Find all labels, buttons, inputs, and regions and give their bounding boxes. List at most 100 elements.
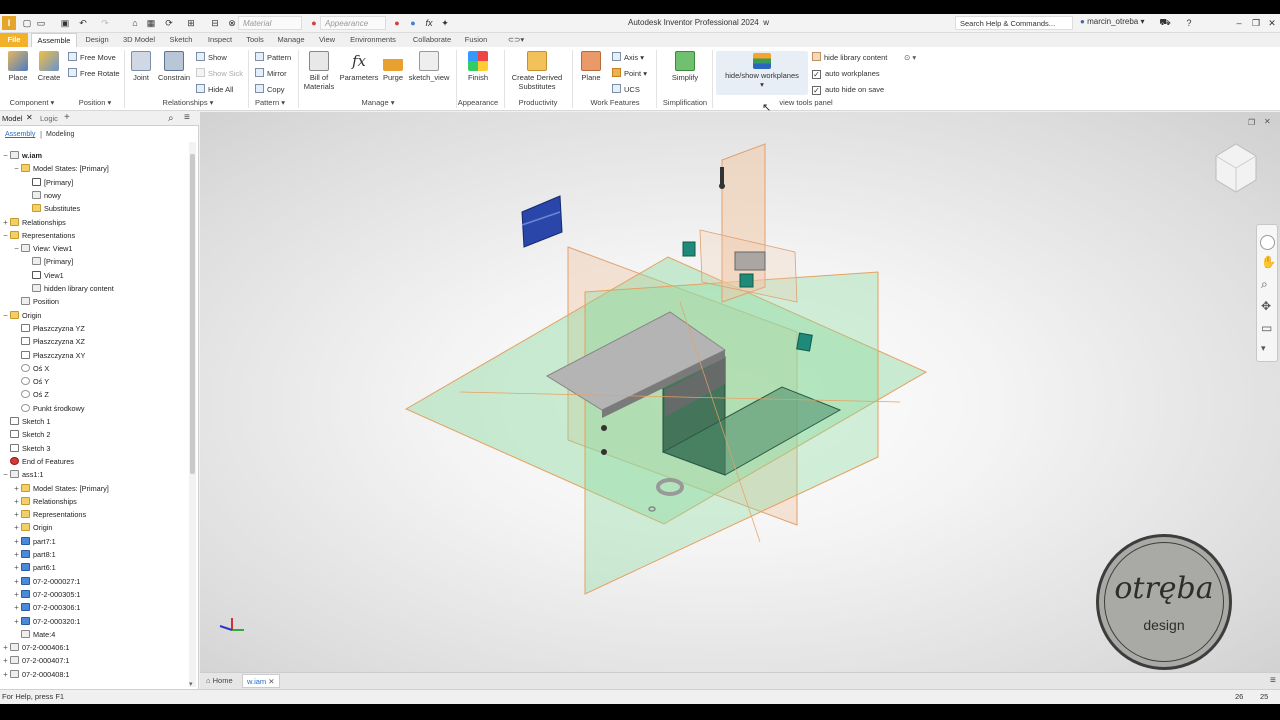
- tree-node[interactable]: Oś X: [13, 362, 49, 375]
- tree-node[interactable]: − View: View1: [13, 242, 72, 255]
- bill-of-materials-button[interactable]: Bill of Materials: [302, 51, 336, 91]
- group-component[interactable]: Component ▾: [2, 97, 62, 108]
- group-relationships[interactable]: Relationships ▾: [150, 97, 226, 108]
- tab-design[interactable]: Design: [81, 33, 113, 47]
- joint-button[interactable]: Joint: [128, 51, 154, 82]
- tree-node[interactable]: − ass1:1: [2, 468, 44, 481]
- steering-wheel-icon[interactable]: [1260, 235, 1275, 250]
- scroll-down-icon[interactable]: ▾: [189, 680, 193, 688]
- tree-node[interactable]: + part7:1: [13, 535, 56, 548]
- expand-icon[interactable]: +: [13, 561, 20, 574]
- auto-workplanes-checkbox[interactable]: ✓ auto workplanes: [812, 68, 880, 80]
- tree-node[interactable]: Oś Z: [13, 388, 49, 401]
- tree-node[interactable]: Płaszczyzna YZ: [13, 322, 85, 335]
- zoom-icon[interactable]: ⌕: [1261, 277, 1268, 292]
- tab-inspect[interactable]: Inspect: [203, 33, 237, 47]
- expand-icon[interactable]: +: [13, 575, 20, 588]
- tree-node[interactable]: +07-2-000027:1: [13, 575, 80, 588]
- free-move-button[interactable]: Free Move: [68, 52, 116, 64]
- browser-scroll-thumb[interactable]: [190, 154, 195, 474]
- tree-node[interactable]: Płaszczyzna XZ: [13, 335, 85, 348]
- tree-node[interactable]: Mate:4: [13, 628, 55, 641]
- tree-node[interactable]: +07-2-000407:1: [2, 654, 69, 667]
- tree-node[interactable]: View1: [24, 269, 64, 282]
- new-file-icon[interactable]: ▢: [20, 16, 34, 30]
- tree-node[interactable]: Płaszczyzna XY: [13, 349, 85, 362]
- tree-node[interactable]: +07-2-000320:1: [13, 615, 80, 628]
- help-icon[interactable]: ?: [1182, 16, 1196, 30]
- plane-button[interactable]: Plane: [578, 51, 604, 82]
- collapse-icon[interactable]: −: [2, 309, 9, 322]
- expand-icon[interactable]: +: [13, 482, 20, 495]
- tree-node[interactable]: [Primary]: [24, 176, 73, 189]
- adjust-icon[interactable]: ●: [406, 16, 420, 30]
- tree-node[interactable]: Sketch 3: [2, 442, 50, 455]
- look-at-icon[interactable]: ▭: [1261, 321, 1272, 335]
- expand-icon[interactable]: +: [13, 615, 20, 628]
- tab-assemble[interactable]: Assemble: [31, 33, 77, 47]
- pan-hand-icon[interactable]: ✋: [1261, 255, 1276, 269]
- group-position[interactable]: Position ▾: [70, 97, 120, 108]
- tree-node[interactable]: + Relationships: [13, 495, 77, 508]
- select-icon[interactable]: ▦: [144, 16, 158, 30]
- save-icon[interactable]: ▣: [58, 16, 72, 30]
- tab-file[interactable]: File: [0, 33, 28, 47]
- tab-collaborate[interactable]: Collaborate: [407, 33, 457, 47]
- restore-icon[interactable]: ❐: [1249, 16, 1263, 30]
- close-model-tab-icon[interactable]: ✕: [26, 113, 33, 122]
- ucs-button[interactable]: UCS: [612, 84, 640, 96]
- cart-icon[interactable]: ⛟: [1158, 16, 1172, 30]
- browser-tab-model[interactable]: Model: [2, 114, 22, 123]
- cancel-icon[interactable]: ⊗: [225, 16, 239, 30]
- document-tabs-menu-icon[interactable]: ≡: [1266, 674, 1280, 688]
- parameters-button[interactable]: fx Parameters: [338, 51, 380, 82]
- add-browser-tab-icon[interactable]: +: [64, 112, 70, 123]
- open-icon[interactable]: ▭: [34, 16, 48, 30]
- simplify-button[interactable]: Simplify: [666, 51, 704, 82]
- tree-node[interactable]: Position: [13, 295, 59, 308]
- auto-hide-on-save-checkbox[interactable]: ✓ auto hide on save: [812, 84, 884, 96]
- tree-node[interactable]: nowy: [24, 189, 61, 202]
- browser-tab-logic[interactable]: Logic: [40, 114, 58, 123]
- tree-node[interactable]: + Relationships: [2, 216, 66, 229]
- tree-node[interactable]: +07-2-000408:1: [2, 668, 69, 681]
- tree-node[interactable]: +07-2-000306:1: [13, 601, 80, 614]
- tree-node[interactable]: + part8:1: [13, 548, 56, 561]
- show-sick-button[interactable]: Show Sick: [196, 68, 243, 80]
- pattern-button[interactable]: Pattern: [255, 52, 291, 64]
- material-select[interactable]: Material: [238, 16, 302, 30]
- tab-sketch[interactable]: Sketch: [165, 33, 197, 47]
- properties-icon[interactable]: ⊟: [208, 16, 222, 30]
- minimize-icon[interactable]: –: [1232, 16, 1246, 30]
- group-pattern[interactable]: Pattern ▾: [250, 97, 290, 108]
- hide-all-button[interactable]: Hide All: [196, 84, 233, 96]
- sketch-view-button[interactable]: sketch_view: [406, 51, 452, 82]
- place-button[interactable]: Place: [4, 51, 32, 82]
- tree-node[interactable]: + Representations: [13, 508, 86, 521]
- app-menu-icon[interactable]: I: [2, 16, 16, 30]
- collapse-icon[interactable]: −: [2, 149, 9, 162]
- user-menu[interactable]: ● marcin_otreba ▾: [1080, 17, 1144, 26]
- expand-icon[interactable]: +: [13, 508, 20, 521]
- purge-button[interactable]: Purge: [381, 51, 405, 82]
- finish-button[interactable]: Finish: [462, 51, 494, 82]
- update-icon[interactable]: ⟳: [162, 16, 176, 30]
- document-tab-w-iam[interactable]: w.iam ✕: [242, 674, 280, 688]
- browser-search-icon[interactable]: ⌕: [168, 113, 174, 124]
- tab-3d-model[interactable]: 3D Model: [119, 33, 159, 47]
- tree-node[interactable]: Substitutes: [24, 202, 80, 215]
- clear-appearance-icon[interactable]: ●: [390, 16, 404, 30]
- tab-tools[interactable]: Tools: [242, 33, 268, 47]
- navbar-menu-icon[interactable]: ▾: [1261, 343, 1266, 354]
- viewport-minimize-icon[interactable]: ❐: [1248, 118, 1255, 127]
- tree-node[interactable]: End of Features: [2, 455, 74, 468]
- close-document-tab-icon[interactable]: ✕: [268, 677, 274, 686]
- orbit-icon[interactable]: ✥: [1261, 299, 1271, 313]
- tree-node[interactable]: − w.iam: [2, 149, 42, 162]
- show-button[interactable]: Show: [196, 52, 227, 64]
- tree-node[interactable]: +07-2-000406:1: [2, 641, 69, 654]
- copy-button[interactable]: Copy: [255, 84, 285, 96]
- collapse-icon[interactable]: −: [2, 229, 9, 242]
- tree-node[interactable]: Oś Y: [13, 375, 49, 388]
- expand-icon[interactable]: +: [13, 601, 20, 614]
